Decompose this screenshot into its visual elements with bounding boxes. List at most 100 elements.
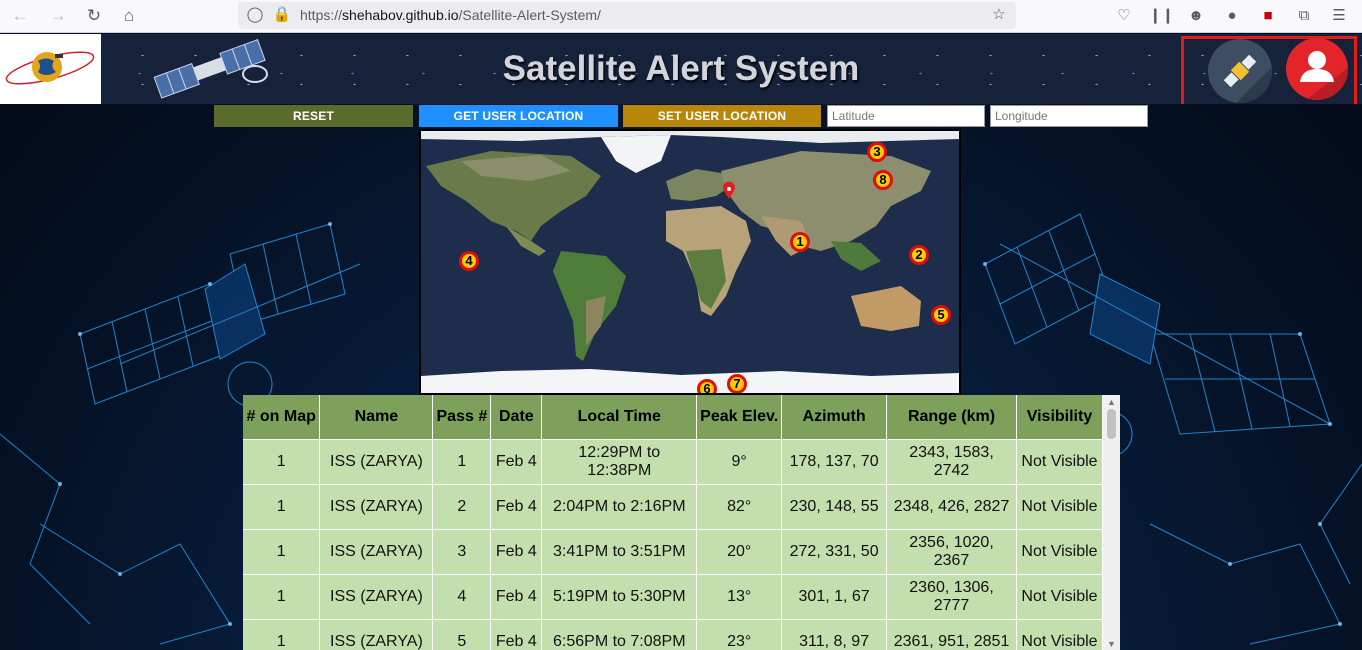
column-header[interactable]: Peak Elev. <box>696 395 783 440</box>
world-map[interactable]: 1 2 3 4 5 6 7 8 <box>419 129 961 395</box>
satellite-icon <box>1223 54 1272 103</box>
reload-icon[interactable]: ↻ <box>82 4 106 28</box>
column-header[interactable]: Local Time <box>541 395 698 440</box>
user-button[interactable] <box>1286 38 1348 100</box>
table-cell: 3:41PM to 3:51PM <box>541 529 698 575</box>
column-header[interactable]: Azimuth <box>781 395 888 440</box>
extensions-puzzle-icon[interactable]: ⧉ <box>1293 5 1315 27</box>
column-header[interactable]: Range (km) <box>886 395 1017 440</box>
extension-globe-icon[interactable]: ● <box>1221 5 1243 27</box>
table-cell: Feb 4 <box>490 529 543 575</box>
longitude-input[interactable] <box>990 105 1148 127</box>
table-cell: ISS (ZARYA) <box>319 619 434 650</box>
table-cell: 2 <box>432 484 492 530</box>
map-marker[interactable]: 3 <box>867 142 887 162</box>
map-marker[interactable]: 7 <box>727 374 747 393</box>
table-cell: 13° <box>696 574 783 620</box>
table-cell: 6:56PM to 7:08PM <box>541 619 698 650</box>
table-cell: 2360, 1306, 2777 <box>886 574 1017 620</box>
table-cell: Not Visible <box>1016 619 1104 650</box>
table-cell: 1 <box>243 529 321 575</box>
user-icon <box>1300 51 1348 100</box>
site-header: Satellite Alert System <box>0 34 1362 104</box>
satellite-button[interactable] <box>1208 39 1272 103</box>
table-cell: 23° <box>696 619 783 650</box>
menu-icon[interactable]: ☰ <box>1328 5 1350 27</box>
page: Satellite Alert System RESET GET USER LO… <box>0 34 1362 650</box>
passes-table: # on Map Name Pass # Date Local Time Pea… <box>243 395 1104 650</box>
scroll-up-icon[interactable]: ▲ <box>1107 397 1116 407</box>
table-cell: 82° <box>696 484 783 530</box>
map-marker[interactable]: 6 <box>697 379 717 393</box>
column-header[interactable]: Date <box>490 395 543 440</box>
map-marker[interactable]: 2 <box>909 245 929 265</box>
map-marker[interactable]: 1 <box>790 232 810 252</box>
table-cell: ISS (ZARYA) <box>319 439 434 485</box>
table-cell: 20° <box>696 529 783 575</box>
table-row[interactable]: 1 ISS (ZARYA) 3 Feb 4 3:41PM to 3:51PM 2… <box>243 529 1104 575</box>
table-row[interactable]: 1 ISS (ZARYA) 5 Feb 4 6:56PM to 7:08PM 2… <box>243 619 1104 650</box>
column-header[interactable]: Name <box>319 395 434 440</box>
passes-table-container[interactable]: # on Map Name Pass # Date Local Time Pea… <box>243 395 1120 650</box>
table-cell: ISS (ZARYA) <box>319 529 434 575</box>
map-marker[interactable]: 8 <box>873 170 893 190</box>
table-cell: Not Visible <box>1016 439 1104 485</box>
column-header[interactable]: Pass # <box>432 395 492 440</box>
table-cell: 301, 1, 67 <box>781 574 888 620</box>
column-header[interactable]: Visibility <box>1016 395 1104 440</box>
table-cell: 2356, 1020, 2367 <box>886 529 1017 575</box>
scroll-down-icon[interactable]: ▼ <box>1107 639 1116 649</box>
table-cell: 1 <box>243 574 321 620</box>
table-cell: 178, 137, 70 <box>781 439 888 485</box>
back-arrow-icon[interactable]: ← <box>8 4 32 28</box>
table-cell: Feb 4 <box>490 574 543 620</box>
shield-icon[interactable]: ◯ <box>244 4 266 26</box>
set-user-location-button[interactable]: SET USER LOCATION <box>623 105 821 127</box>
table-header-row: # on Map Name Pass # Date Local Time Pea… <box>243 395 1104 440</box>
lock-icon: 🔒 <box>272 6 292 23</box>
table-cell: 1 <box>243 439 321 485</box>
pocket-icon[interactable]: ♡ <box>1113 5 1135 27</box>
table-cell: 2:04PM to 2:16PM <box>541 484 698 530</box>
table-cell: 1 <box>243 619 321 650</box>
table-cell: 230, 148, 55 <box>781 484 888 530</box>
library-icon[interactable]: ❙❙ <box>1149 5 1174 27</box>
table-cell: 2348, 426, 2827 <box>886 484 1017 530</box>
table-cell: 5 <box>432 619 492 650</box>
reset-button[interactable]: RESET <box>214 105 413 127</box>
table-cell: Feb 4 <box>490 619 543 650</box>
map-marker[interactable]: 5 <box>931 305 951 325</box>
table-cell: 3 <box>432 529 492 575</box>
table-cell: 2361, 951, 2851 <box>886 619 1017 650</box>
table-cell: ISS (ZARYA) <box>319 574 434 620</box>
latitude-input[interactable] <box>827 105 985 127</box>
table-cell: Not Visible <box>1016 574 1104 620</box>
bookmark-star-icon[interactable]: ☆ <box>988 4 1010 26</box>
account-icon[interactable]: ☻ <box>1185 5 1207 27</box>
scrollbar-thumb[interactable] <box>1107 409 1116 439</box>
table-row[interactable]: 1 ISS (ZARYA) 2 Feb 4 2:04PM to 2:16PM 8… <box>243 484 1104 530</box>
table-cell: 9° <box>696 439 783 485</box>
table-cell: 12:29PM to 12:38PM <box>541 439 698 485</box>
get-user-location-button[interactable]: GET USER LOCATION <box>419 105 618 127</box>
table-cell: Not Visible <box>1016 484 1104 530</box>
table-cell: 5:19PM to 5:30PM <box>541 574 698 620</box>
url-text[interactable]: https://shehabov.github.io/Satellite-Ale… <box>300 7 601 23</box>
forward-arrow-icon[interactable]: → <box>46 4 70 28</box>
home-icon[interactable]: ⌂ <box>117 4 141 28</box>
extension-red-icon[interactable]: ■ <box>1257 5 1279 27</box>
table-cell: 311, 8, 97 <box>781 619 888 650</box>
table-cell: 1 <box>243 484 321 530</box>
map-marker[interactable]: 4 <box>459 251 479 271</box>
table-row[interactable]: 1 ISS (ZARYA) 1 Feb 4 12:29PM to 12:38PM… <box>243 439 1104 485</box>
table-scrollbar[interactable]: ▲ ▼ <box>1103 395 1120 650</box>
table-row[interactable]: 1 ISS (ZARYA) 4 Feb 4 5:19PM to 5:30PM 1… <box>243 574 1104 620</box>
column-header[interactable]: # on Map <box>243 395 321 440</box>
table-cell: ISS (ZARYA) <box>319 484 434 530</box>
url-bar[interactable]: ◯ 🔒 https://shehabov.github.io/Satellite… <box>238 2 1016 29</box>
table-cell: Feb 4 <box>490 439 543 485</box>
table-cell: 4 <box>432 574 492 620</box>
table-cell: 1 <box>432 439 492 485</box>
table-cell: 2343, 1583, 2742 <box>886 439 1017 485</box>
browser-toolbar: ← → ↻ ⌂ ◯ 🔒 https://shehabov.github.io/S… <box>0 0 1362 33</box>
